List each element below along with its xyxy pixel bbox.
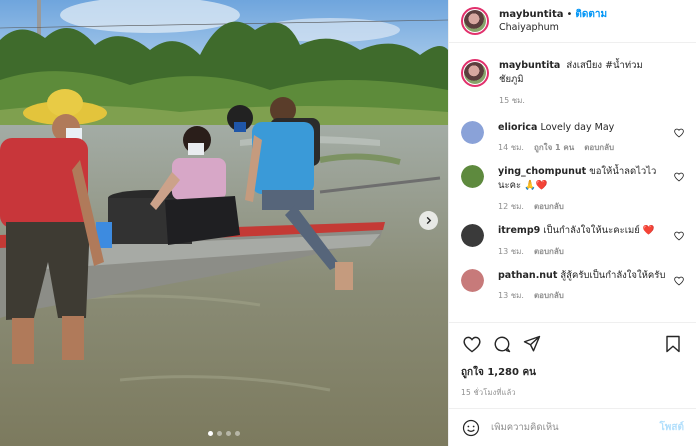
comment-time[interactable]: 12 ชม.: [498, 200, 524, 213]
post-comment-button[interactable]: โพสต์: [659, 420, 684, 435]
share-button[interactable]: [521, 333, 543, 355]
heart-icon: [463, 336, 481, 353]
heart-icon: [674, 276, 684, 286]
likes-count[interactable]: ถูกใจ 1,280 คน: [461, 365, 684, 380]
heart-icon: [674, 231, 684, 241]
post-sidebar: maybuntita • ติดตาม Chaiyaphum maybuntit…: [448, 0, 696, 446]
post-caption: maybuntita ส่งเสบียง #น้ำท่วมชัยภูมิ 15 …: [461, 43, 684, 121]
commenter-avatar-image: [461, 223, 484, 247]
commenter-avatar[interactable]: [461, 120, 484, 144]
next-image-button[interactable]: [419, 211, 438, 230]
reply-button[interactable]: ตอบกลับ: [534, 289, 564, 302]
comment-button[interactable]: [491, 333, 513, 355]
comment-item: eliorica Lovely day May 14 ชม. ถูกใจ 1 คน ตอ…: [461, 120, 684, 155]
commenter-avatar-image: [461, 268, 484, 292]
commenter-username[interactable]: pathan.nut: [498, 270, 557, 281]
commenter-username[interactable]: eliorica: [498, 122, 537, 133]
comments-list[interactable]: maybuntita ส่งเสบียง #น้ำท่วมชัยภูมิ 15 …: [449, 43, 696, 322]
comment-text: เป็นกำลังใจให้นะคะเมย์ ❤️: [543, 224, 655, 236]
comment-item: itremp9 เป็นกำลังใจให้นะคะเมย์ ❤️ 13 ชม. ตอ…: [461, 223, 684, 258]
commenter-username[interactable]: itremp9: [498, 225, 540, 236]
carousel-dot: [226, 431, 231, 436]
emoji-button[interactable]: [461, 418, 481, 438]
commenter-avatar[interactable]: [461, 268, 484, 292]
comment-likes[interactable]: ถูกใจ 1 คน: [534, 141, 574, 154]
post-header: maybuntita • ติดตาม Chaiyaphum: [449, 0, 696, 43]
carousel-dot: [217, 431, 222, 436]
commenter-avatar[interactable]: [461, 223, 484, 247]
post-actions: ถูกใจ 1,280 คน 15 ชั่วโมงที่แล้ว: [449, 322, 696, 399]
comment-text: Lovely day May: [540, 121, 615, 133]
comment-item: ying_chompunut ขอให้น้ำลดไวไวนะคะ 🙏❤️ 12 ช…: [461, 165, 684, 213]
commenter-avatar[interactable]: [461, 165, 484, 189]
caption-avatar[interactable]: [461, 59, 489, 87]
save-button[interactable]: [662, 333, 684, 355]
chevron-right-icon: [426, 216, 432, 225]
comment-time[interactable]: 14 ชม.: [498, 141, 524, 154]
comment-like-button[interactable]: [674, 172, 684, 182]
reply-button[interactable]: ตอบกลับ: [534, 200, 564, 213]
follow-button[interactable]: ติดตาม: [575, 9, 607, 21]
add-comment-input[interactable]: [491, 422, 660, 433]
emoji-icon: [462, 419, 480, 436]
add-comment-bar: โพสต์: [449, 408, 696, 446]
comment-time[interactable]: 13 ชม.: [498, 289, 524, 302]
bookmark-icon: [666, 335, 680, 353]
caption-username[interactable]: maybuntita: [499, 60, 560, 71]
like-button[interactable]: [461, 333, 483, 355]
reply-button[interactable]: ตอบกลับ: [534, 245, 564, 258]
header-separator: •: [566, 8, 573, 20]
commenter-avatar-image: [461, 120, 484, 144]
comment-like-button[interactable]: [674, 276, 684, 286]
comment-time[interactable]: 13 ชม.: [498, 245, 524, 258]
commenter-username[interactable]: ying_chompunut: [498, 166, 586, 177]
comment-like-button[interactable]: [674, 128, 684, 138]
author-avatar[interactable]: [461, 7, 489, 35]
post-photo[interactable]: [0, 0, 448, 446]
flood-scene-image: [0, 0, 448, 446]
comment-like-button[interactable]: [674, 231, 684, 241]
carousel-dot: [208, 431, 213, 436]
reply-button[interactable]: ตอบกลับ: [584, 141, 614, 154]
comment-text: สู้สู้ครับเป็นกำลังใจให้ครับ: [560, 269, 666, 281]
carousel-dot: [235, 431, 240, 436]
caption-time: 15 ชม.: [499, 95, 525, 105]
comment-item: pathan.nut สู้สู้ครับเป็นกำลังใจให้ครับ 13…: [461, 268, 684, 303]
heart-icon: [674, 172, 684, 182]
comment-icon: [494, 336, 511, 353]
author-username[interactable]: maybuntita: [499, 9, 564, 21]
carousel-indicator: [0, 431, 448, 436]
post-timestamp[interactable]: 15 ชั่วโมงที่แล้ว: [461, 387, 684, 399]
commenter-avatar-image: [461, 165, 484, 189]
heart-icon: [674, 128, 684, 138]
post-location[interactable]: Chaiyaphum: [499, 22, 607, 33]
share-icon: [523, 335, 541, 352]
